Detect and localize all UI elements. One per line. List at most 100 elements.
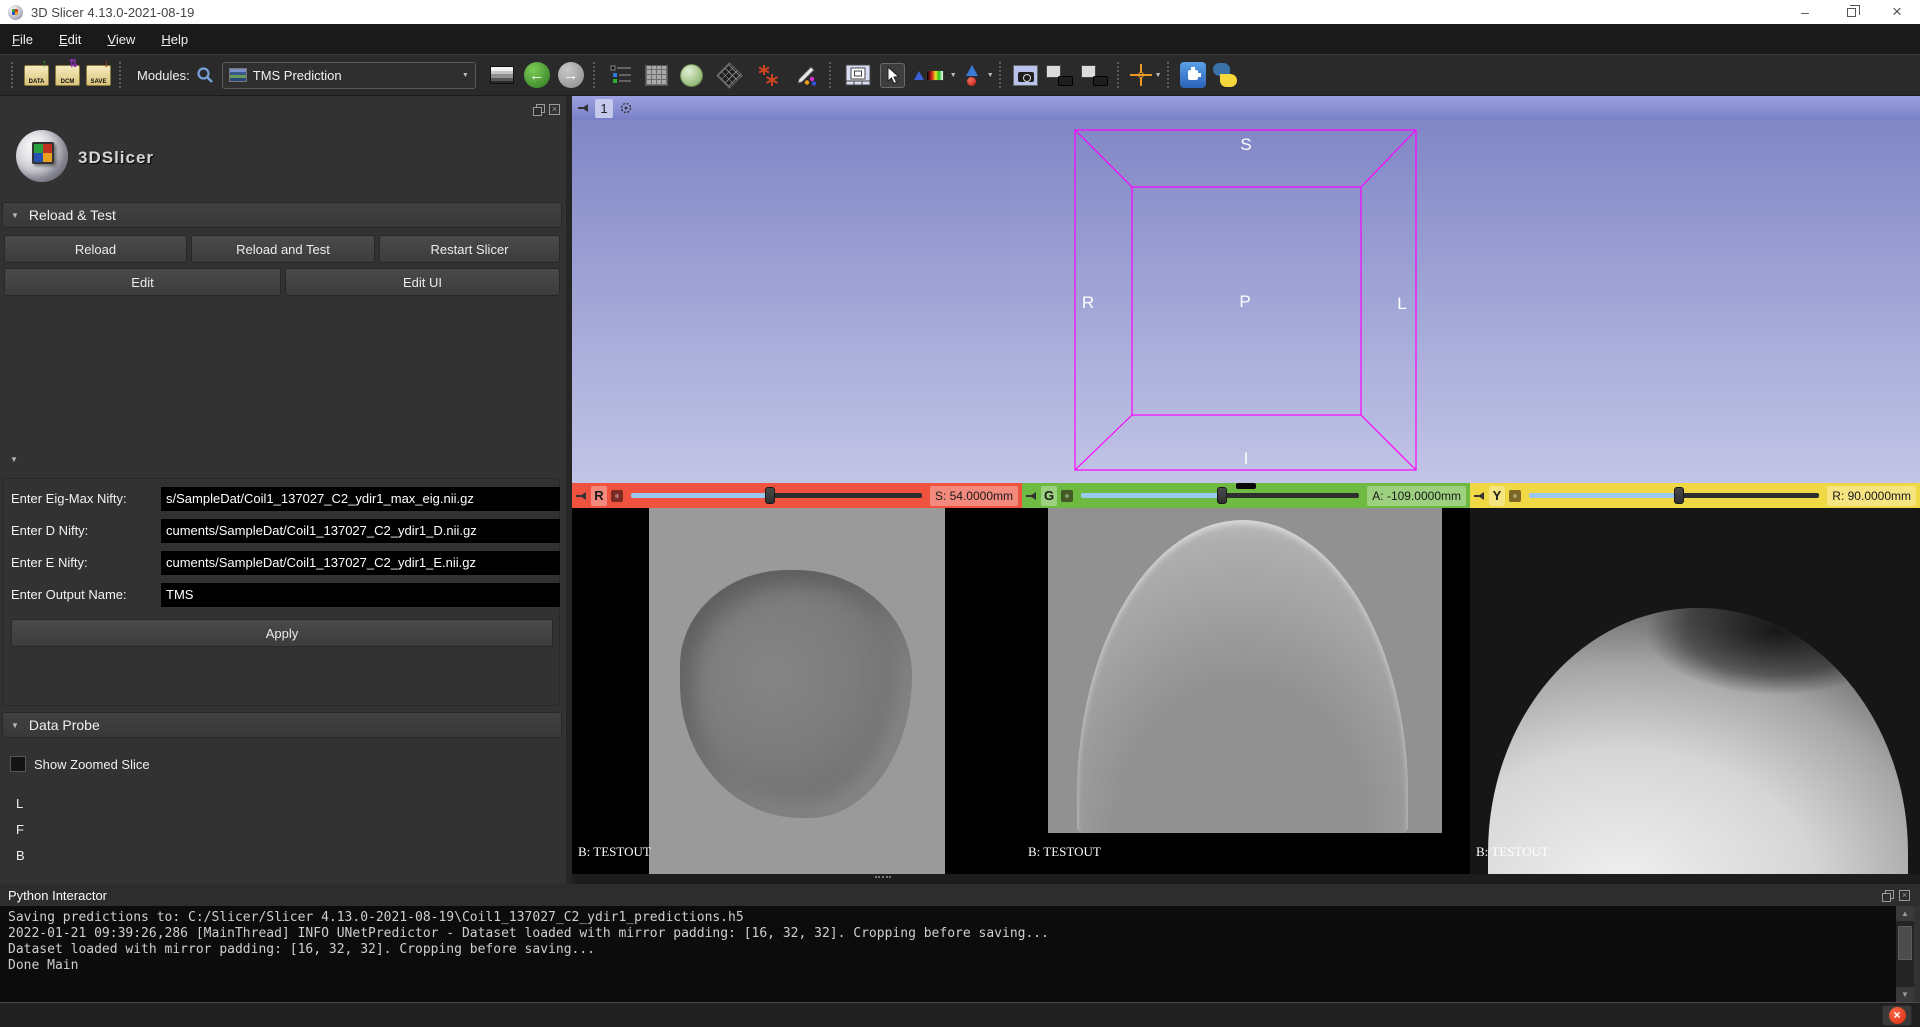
menu-file[interactable]: File xyxy=(12,32,33,47)
console-scrollbar[interactable]: ▲ ▼ xyxy=(1896,906,1914,1002)
error-log-button[interactable]: × xyxy=(1882,1005,1912,1026)
toolbar-grip[interactable] xyxy=(11,62,16,88)
python-console[interactable]: Saving predictions to: C:/Slicer/Slicer … xyxy=(0,906,1896,1002)
reload-test-section-header[interactable]: ▼ Reload & Test xyxy=(2,202,562,228)
module-history-button[interactable] xyxy=(606,62,636,88)
screen-capture-button[interactable] xyxy=(842,62,874,88)
panel-window-icons: × xyxy=(533,104,560,115)
slice-visibility-icon[interactable] xyxy=(611,490,623,502)
splitter-handle[interactable] xyxy=(875,876,891,881)
load-data-button[interactable]: ↑DATA xyxy=(24,65,49,86)
adjust-window-level-button[interactable] xyxy=(911,68,947,83)
data-probe-section-header[interactable]: ▼ Data Probe xyxy=(2,712,562,738)
threed-view[interactable]: S R P L I xyxy=(572,120,1920,483)
toolbar-grip[interactable] xyxy=(1117,62,1122,88)
apply-button[interactable]: Apply xyxy=(11,619,553,647)
extensions-manager-button[interactable] xyxy=(1180,62,1206,88)
brain-slice-image xyxy=(680,570,912,818)
status-bar: × xyxy=(0,1002,1920,1027)
close-console-icon[interactable]: × xyxy=(1899,890,1910,901)
module-selector-dropdown[interactable]: TMS Prediction ▼ xyxy=(222,62,476,89)
edit-button[interactable]: Edit xyxy=(4,268,281,296)
python-interactor-button[interactable] xyxy=(1212,62,1238,88)
yellow-slice-view[interactable]: B: TESTOUT xyxy=(1470,508,1920,874)
green-slice-view[interactable]: B: TESTOUT xyxy=(1022,508,1470,874)
toolbar-grip[interactable] xyxy=(999,62,1004,88)
slider-handle[interactable] xyxy=(765,487,775,504)
eig-max-input[interactable]: s/SampleDat/Coil1_137027_C2_ydir1_max_ei… xyxy=(161,487,560,511)
place-fiducial-button[interactable] xyxy=(960,63,984,88)
mouse-interaction-button[interactable] xyxy=(880,63,905,88)
module-search-icon[interactable] xyxy=(196,66,214,84)
pin-icon[interactable] xyxy=(1026,491,1037,501)
threed-view-tab[interactable]: 1 xyxy=(595,99,613,118)
toolbar-grip[interactable] xyxy=(119,62,124,88)
show-zoomed-slice-label: Show Zoomed Slice xyxy=(34,757,150,772)
python-interactor-title: Python Interactor xyxy=(8,888,107,903)
reload-button[interactable]: Reload xyxy=(4,235,187,263)
console-splitter[interactable] xyxy=(572,874,1920,884)
e-nifty-input[interactable]: cuments/SampleDat/Coil1_137027_C2_ydir1_… xyxy=(161,551,560,575)
transforms-button[interactable] xyxy=(712,64,747,87)
output-name-input[interactable]: TMS xyxy=(161,583,560,607)
save-label: SAVE xyxy=(91,79,107,85)
minimize-button[interactable]: – xyxy=(1782,0,1828,24)
scrollbar-thumb[interactable] xyxy=(1898,926,1912,960)
undock-console-icon[interactable] xyxy=(1882,890,1893,901)
edit-ui-button[interactable]: Edit UI xyxy=(285,268,560,296)
slider-handle[interactable] xyxy=(1674,487,1684,504)
restore-button[interactable] xyxy=(1828,0,1874,24)
slice-image-background xyxy=(649,508,945,874)
editor-button[interactable] xyxy=(791,61,821,89)
splitter-handle[interactable] xyxy=(1236,483,1256,489)
module-forward-button[interactable]: → xyxy=(558,62,584,88)
volume-rendering-button[interactable] xyxy=(642,63,671,88)
scroll-down-icon[interactable]: ▼ xyxy=(1896,987,1914,1002)
head-dome-image xyxy=(1077,520,1408,833)
slice-visibility-icon[interactable] xyxy=(1509,490,1521,502)
pin-icon[interactable] xyxy=(1474,491,1485,501)
layout-selector-button[interactable] xyxy=(490,66,514,84)
toolbar-grip[interactable] xyxy=(1167,62,1172,88)
chevron-down-icon[interactable]: ▼ xyxy=(987,72,994,79)
red-slice-view[interactable]: B: TESTOUT xyxy=(572,508,1022,874)
green-slice-slider[interactable] xyxy=(1081,487,1359,504)
scene-view-restore-button[interactable] xyxy=(1081,65,1108,86)
slider-handle[interactable] xyxy=(1217,487,1227,504)
show-zoomed-slice-checkbox[interactable] xyxy=(10,756,26,772)
view-options-gear-icon[interactable] xyxy=(619,101,633,115)
python-interactor-header: Python Interactor × xyxy=(0,884,1920,906)
dicom-button[interactable]: ⇅DCM xyxy=(55,65,80,86)
console-line: 2022-01-21 09:39:26,286 [MainThread] INF… xyxy=(8,926,1896,942)
parameters-collapse-icon[interactable]: ▼ xyxy=(10,455,18,464)
scroll-up-icon[interactable]: ▲ xyxy=(1896,906,1914,921)
down-arrow-icon: ↓ xyxy=(104,59,110,69)
close-button[interactable]: × xyxy=(1874,0,1920,24)
scene-view-capture-button[interactable] xyxy=(1046,65,1073,86)
menu-help[interactable]: Help xyxy=(161,32,188,47)
restart-slicer-button[interactable]: Restart Slicer xyxy=(379,235,560,263)
threed-view-header: 1 xyxy=(572,96,1920,120)
models-button[interactable] xyxy=(677,62,706,89)
slice-visibility-icon[interactable] xyxy=(1061,490,1073,502)
d-nifty-input[interactable]: cuments/SampleDat/Coil1_137027_C2_ydir1_… xyxy=(161,519,560,543)
toolbar-grip[interactable] xyxy=(593,62,598,88)
menu-edit[interactable]: Edit xyxy=(59,32,81,47)
chevron-down-icon[interactable]: ▼ xyxy=(950,72,957,79)
close-panel-icon[interactable]: × xyxy=(549,104,560,115)
yellow-slice-slider[interactable] xyxy=(1529,487,1819,504)
fiducial-registration-button[interactable] xyxy=(753,61,785,89)
undock-panel-icon[interactable] xyxy=(533,104,544,115)
pin-icon[interactable] xyxy=(578,103,589,113)
chevron-down-icon[interactable]: ▼ xyxy=(1155,72,1162,79)
save-button[interactable]: ↓SAVE xyxy=(86,65,111,86)
menu-view[interactable]: View xyxy=(107,32,135,47)
green-slice-offset: A: -109.0000mm xyxy=(1367,486,1466,506)
pin-icon[interactable] xyxy=(576,491,587,501)
red-slice-slider[interactable] xyxy=(631,487,922,504)
screenshot-button[interactable] xyxy=(1013,65,1038,86)
toolbar-grip[interactable] xyxy=(829,62,834,88)
crosshair-button[interactable] xyxy=(1130,64,1152,86)
module-back-button[interactable]: ← xyxy=(524,62,550,88)
reload-and-test-button[interactable]: Reload and Test xyxy=(191,235,375,263)
